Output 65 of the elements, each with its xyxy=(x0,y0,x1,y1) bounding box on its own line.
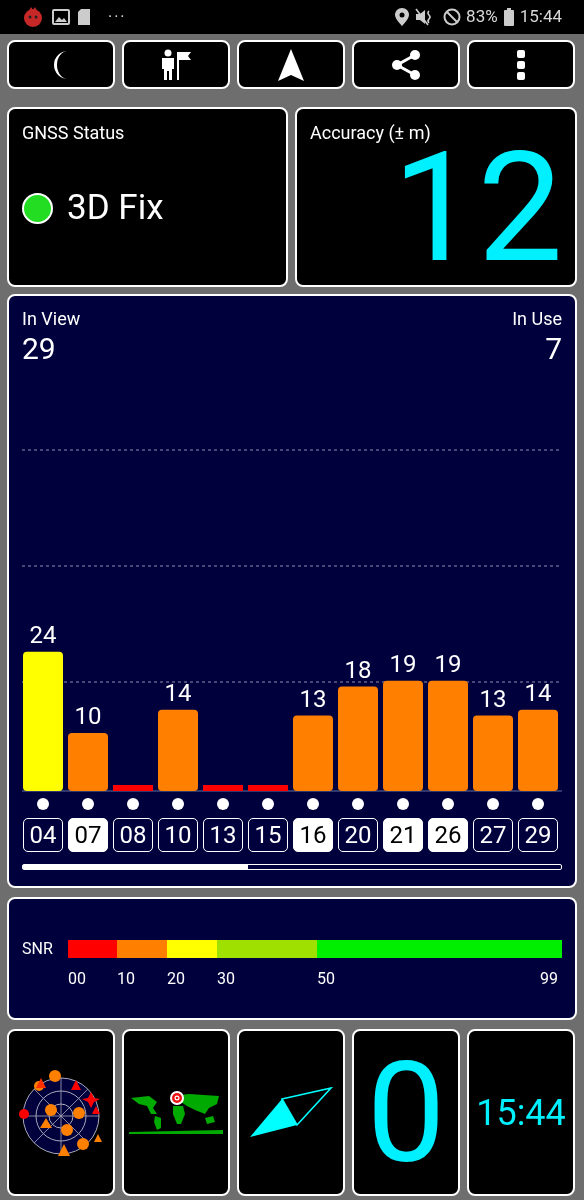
card-title: Accuracy (± m) xyxy=(310,121,432,145)
bar-value-label: 14 xyxy=(524,678,552,707)
satellite-id: 27 xyxy=(473,818,513,852)
snr-bar xyxy=(203,785,243,791)
card-title: GNSS Status xyxy=(22,121,126,145)
bar-value-label: 14 xyxy=(164,678,192,707)
satellite-id: 10 xyxy=(158,818,198,852)
dashboard-tile[interactable] xyxy=(237,1029,345,1196)
sd-card-icon xyxy=(78,9,90,25)
dashboard-tile[interactable] xyxy=(7,1029,115,1196)
satellite-id: 29 xyxy=(518,818,558,852)
accuracy-value: 12 xyxy=(392,149,563,267)
do-not-disturb-icon xyxy=(443,8,462,26)
bar-value-label: 10 xyxy=(74,702,102,730)
satellite-id: 15 xyxy=(248,818,288,852)
dashboard-tile[interactable]: 0 xyxy=(352,1029,460,1196)
share-button[interactable] xyxy=(352,40,460,89)
snr-bar xyxy=(68,733,108,791)
in-use-label: In Use xyxy=(512,307,562,331)
satellite-id: 04 xyxy=(23,818,63,852)
snr-scale-tick: 50 xyxy=(317,968,335,990)
snr-scale-tick: 10 xyxy=(117,968,135,990)
battery-percent: 83% xyxy=(466,5,498,29)
bar-value-label: 18 xyxy=(344,655,372,684)
fix-status: 3D Fix xyxy=(67,186,164,230)
time-display: 15:44 xyxy=(476,1090,566,1136)
bar-value-label: 13 xyxy=(479,684,507,713)
battery-icon xyxy=(503,8,514,26)
clock: 15:44 xyxy=(519,5,562,29)
person-flag-icon xyxy=(160,48,192,81)
satellite-id: 13 xyxy=(203,818,243,852)
bar-value-label: 13 xyxy=(299,684,327,713)
satellite-id: 07 xyxy=(68,818,108,852)
share-icon xyxy=(390,48,422,81)
app-icon xyxy=(22,6,44,28)
more-icon xyxy=(517,49,525,80)
satellite-id: 20 xyxy=(338,818,378,852)
snr-bar xyxy=(113,785,153,791)
dashboard-tile[interactable] xyxy=(122,1029,230,1196)
night-mode-button[interactable] xyxy=(7,40,115,89)
in-use-count: 7 xyxy=(545,332,562,366)
snr-scale-tick: 00 xyxy=(68,968,86,990)
bar-value-label: 24 xyxy=(29,620,57,649)
navigation-button[interactable] xyxy=(237,40,345,89)
satellite-id: 21 xyxy=(383,818,423,852)
snr-scale-tick: 30 xyxy=(217,968,235,990)
speed-value: 0 xyxy=(366,1042,446,1183)
in-view-label: In View xyxy=(22,307,81,331)
snr-scale-tick: 20 xyxy=(167,968,185,990)
satellite-id: 26 xyxy=(428,818,468,852)
snr-label: SNR xyxy=(22,938,54,960)
more-notifications: ··· xyxy=(108,6,127,28)
image-icon xyxy=(52,9,70,25)
navigation-arrow-icon xyxy=(278,48,304,81)
snr-scale-tick: 99 xyxy=(540,968,558,990)
waypoint-button[interactable] xyxy=(122,40,230,89)
menu-button[interactable] xyxy=(467,40,575,89)
satellite-id: 08 xyxy=(113,818,153,852)
dashboard-tile[interactable]: 15:44 xyxy=(467,1029,575,1196)
location-icon xyxy=(395,8,410,26)
in-view-count: 29 xyxy=(22,332,56,366)
bar-value-label: 19 xyxy=(434,649,462,678)
snr-bar xyxy=(248,785,288,791)
satellite-id: 16 xyxy=(293,818,333,852)
bar-value-label: 19 xyxy=(389,649,417,678)
